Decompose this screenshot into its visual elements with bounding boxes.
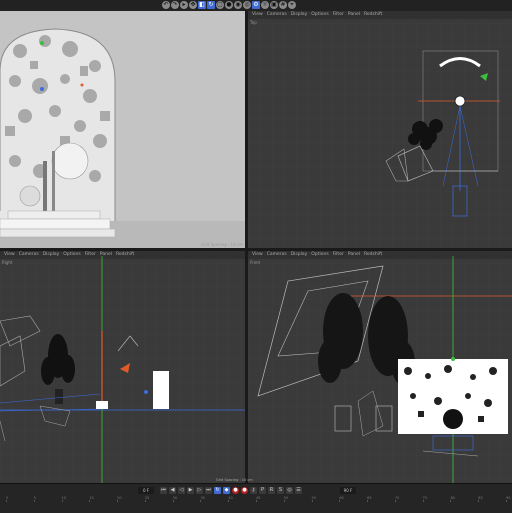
redo-icon[interactable]: ↷: [171, 1, 179, 9]
ruler-tick: [394, 500, 396, 502]
grid-icon[interactable]: #: [279, 1, 287, 9]
select-icon[interactable]: ▸: [180, 1, 188, 9]
ruler-tick: [61, 500, 63, 502]
front-viewport[interactable]: View Cameras Display Options Filter Pane…: [248, 251, 512, 483]
ruler-tick: [506, 500, 507, 502]
camera-icon[interactable]: ▣: [270, 1, 278, 9]
rotation-key-icon[interactable]: R: [268, 487, 275, 494]
right-viewport-scene: [0, 256, 245, 483]
viewport-divider-vertical[interactable]: [245, 11, 248, 483]
top-viewport-scene: [248, 23, 512, 248]
current-frame-field[interactable]: 0 F: [138, 487, 154, 494]
ruler-tick: [311, 500, 313, 502]
render-viewport[interactable]: Grid Spacing : 10 cm: [0, 11, 245, 248]
scale-icon[interactable]: ◧: [198, 1, 206, 9]
ruler-tick: [89, 500, 91, 502]
ruler-tick: [367, 500, 369, 502]
grid-spacing-label: Grid Spacing : 10 cm: [216, 478, 253, 482]
light-icon[interactable]: ☼: [261, 1, 269, 9]
object-icon[interactable]: ●: [225, 1, 233, 9]
timeline-menu-icon[interactable]: ☰: [295, 487, 302, 494]
scale-key-icon[interactable]: S: [277, 487, 284, 494]
ruler-tick: [117, 500, 119, 502]
keyframe-mode-icon[interactable]: ◆: [223, 487, 230, 494]
render-view-icon[interactable]: ◎: [243, 1, 251, 9]
front-viewport-scene: [248, 256, 512, 483]
ruler-tick: [172, 500, 174, 502]
viewport-divider-horizontal[interactable]: [0, 248, 512, 251]
timeline-ruler[interactable]: 0 5 10 15 20 25 30 35 40 45 50 55 60 65 70 75 80 85 90: [0, 496, 512, 502]
ruler-tick: [256, 500, 257, 502]
cube-icon[interactable]: ▢: [216, 1, 224, 9]
top-viewport[interactable]: View Cameras Display Options Filter Pane…: [248, 11, 512, 248]
record-icon[interactable]: ●: [232, 487, 239, 494]
go-to-end-icon[interactable]: ⏭: [205, 487, 212, 494]
ruler-tick: [339, 500, 341, 502]
settings-icon[interactable]: ⚙: [252, 1, 260, 9]
ruler-tick: [200, 500, 202, 502]
param-key-icon[interactable]: ◎: [286, 487, 293, 494]
end-frame-field[interactable]: 90 F: [340, 487, 356, 494]
ruler-tick: [228, 500, 230, 502]
key-icon[interactable]: ⚷: [250, 487, 257, 494]
undo-icon[interactable]: ↶: [162, 1, 170, 9]
render-scene: [0, 11, 245, 248]
next-key-icon[interactable]: ▷: [196, 487, 203, 494]
position-key-icon[interactable]: P: [259, 487, 266, 494]
timeline-panel: Grid Spacing : 10 cm 0 F ⏮ ◀ ◁ ▶ ▷ ⏭ ↻ ◆…: [0, 478, 512, 513]
ruler-tick: [33, 500, 35, 502]
ruler-tick: [6, 500, 7, 502]
rotate-icon[interactable]: ↻: [207, 1, 215, 9]
snap-icon[interactable]: ⌖: [288, 1, 296, 9]
loop-icon[interactable]: ↻: [214, 487, 221, 494]
render-icon[interactable]: ◉: [234, 1, 242, 9]
ruler-tick: [283, 500, 285, 502]
autokey-icon[interactable]: ●: [241, 487, 248, 494]
ruler-tick: [144, 500, 146, 502]
move-icon[interactable]: ✥: [189, 1, 197, 9]
previous-key-icon[interactable]: ◀: [169, 487, 176, 494]
play-icon[interactable]: ▶: [187, 487, 194, 494]
toolbar-icon-row: ↶ ↷ ▸ ✥ ◧ ↻ ▢ ● ◉ ◎ ⚙ ☼ ▣ # ⌖: [162, 1, 296, 10]
grid-spacing-note: Grid Spacing : 10 cm: [201, 242, 243, 247]
transport-controls: ⏮ ◀ ◁ ▶ ▷ ⏭ ↻ ◆ ● ● ⚷ P R S ◎ ☰: [160, 487, 302, 494]
ruler-tick: [422, 500, 424, 502]
ruler-tick: [478, 500, 480, 502]
right-viewport[interactable]: View Cameras Display Options Filter Pane…: [0, 251, 245, 483]
go-to-start-icon[interactable]: ⏮: [160, 487, 167, 494]
play-backward-icon[interactable]: ◁: [178, 487, 185, 494]
ruler-tick: [450, 500, 452, 502]
